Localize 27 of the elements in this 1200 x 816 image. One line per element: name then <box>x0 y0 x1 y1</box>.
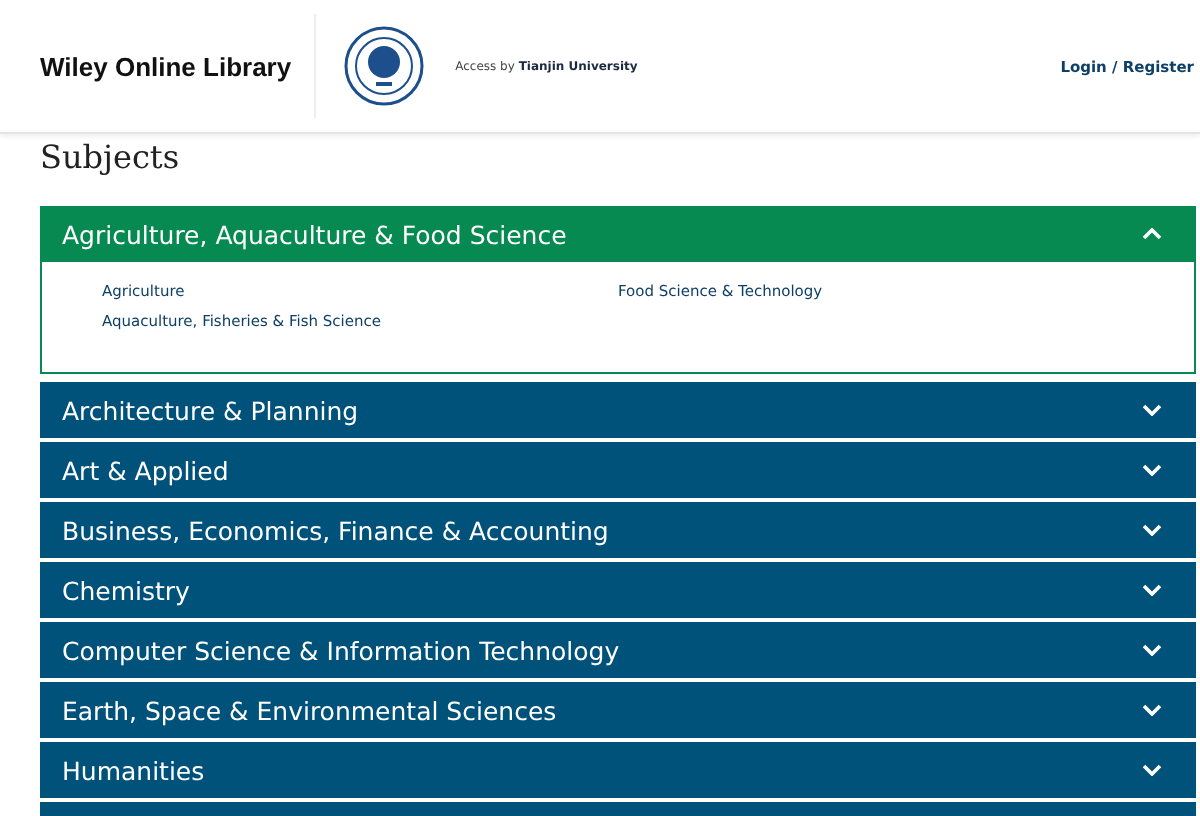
section-title: Agriculture, Aquaculture & Food Science <box>62 219 569 249</box>
chevron-icon <box>1142 464 1162 476</box>
section-title: Architecture & Planning <box>62 395 361 425</box>
section-header[interactable]: Business, Economics, Finance & Accounting <box>40 502 1196 558</box>
chevron-icon <box>1142 404 1162 416</box>
section-header[interactable]: Architecture & Planning <box>40 382 1196 438</box>
chevron-icon <box>1142 704 1162 716</box>
section-title: Humanities <box>62 755 207 785</box>
section-header[interactable]: Agriculture, Aquaculture & Food Science <box>40 206 1196 262</box>
section-title: Chemistry <box>62 575 192 605</box>
section-header[interactable]: Computer Science & Information Technology <box>40 622 1196 678</box>
section-header[interactable]: Art & Applied <box>40 442 1196 498</box>
section-title: Art & Applied <box>62 455 231 485</box>
page-title: Subjects <box>40 136 182 178</box>
section-title: Computer Science & Information Technology <box>62 635 622 665</box>
chevron-icon <box>1142 228 1162 240</box>
chevron-icon <box>1142 524 1162 536</box>
brand-logo[interactable]: Wiley Online Library <box>40 51 292 81</box>
chevron-icon <box>1142 644 1162 656</box>
chevron-icon <box>1142 764 1162 776</box>
section-header[interactable]: Earth, Space & Environmental Sciences <box>40 682 1196 738</box>
section-title: Earth, Space & Environmental Sciences <box>62 695 559 725</box>
chevron-icon <box>1142 584 1162 596</box>
section-title: Business, Economics, Finance & Accounting <box>62 515 611 545</box>
seal-icon <box>343 26 424 106</box>
section-header[interactable]: Humanities <box>40 742 1196 798</box>
section-header[interactable]: Chemistry <box>40 562 1196 618</box>
